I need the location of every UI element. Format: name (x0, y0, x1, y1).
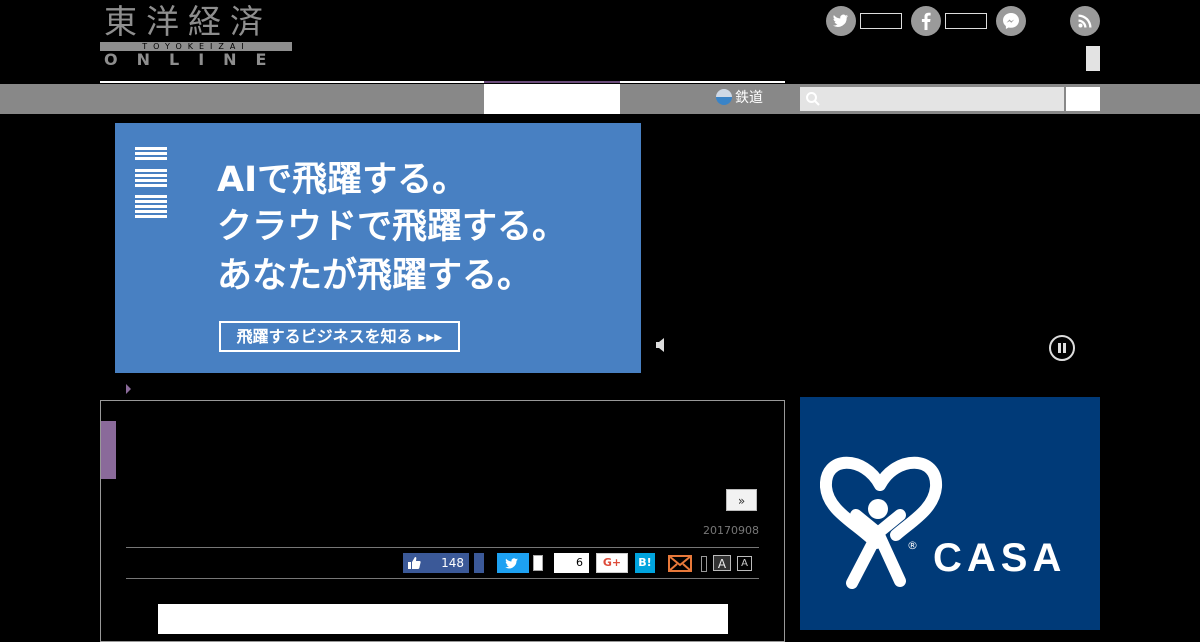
nav-top-line (100, 81, 785, 83)
search-icon (805, 91, 821, 111)
ad-banner[interactable]: AIで飛躍する。 クラウドで飛躍する。 あなたが飛躍する。 飛躍するビジネスを知… (115, 123, 641, 373)
casa-brand-text: CASA (933, 536, 1067, 580)
thumbs-up-icon (408, 557, 421, 569)
font-size-large-button[interactable]: A (713, 555, 731, 571)
twitter-follow-count (860, 13, 902, 29)
next-page-button[interactable]: » (726, 489, 757, 511)
nav-accent-line (484, 81, 620, 83)
ad-line-1: AIで飛躍する。 (217, 160, 468, 200)
site-logo[interactable]: 東洋経済 (104, 4, 272, 40)
tweet-count-bubble (533, 555, 543, 571)
mail-icon[interactable] (668, 555, 692, 572)
casa-logo-icon (820, 456, 942, 589)
nav-item-railway[interactable]: 鉄道 (716, 88, 763, 108)
hatena-bookmark-button[interactable]: B! (635, 553, 655, 573)
divider (126, 578, 759, 579)
train-icon (716, 89, 732, 105)
divider (126, 547, 759, 548)
tweet-button[interactable] (497, 553, 529, 573)
side-ad-banner[interactable]: ® CASA (800, 397, 1100, 630)
google-plus-button[interactable]: G+ (596, 553, 628, 573)
facebook-like-count: 148 (441, 556, 464, 570)
facebook-like-count (945, 13, 987, 29)
speaker-icon[interactable] (654, 336, 666, 358)
font-size-small-button[interactable]: A (737, 556, 752, 571)
facebook-icon[interactable] (911, 6, 941, 36)
search-input[interactable] (800, 87, 1064, 111)
ad-line-2: クラウドで飛躍する。 (217, 207, 568, 247)
menu-button[interactable] (1086, 46, 1100, 71)
print-button[interactable] (701, 556, 707, 572)
search-button[interactable] (1066, 87, 1100, 111)
messenger-icon[interactable] (996, 6, 1026, 36)
logo-online: ONLINE (104, 50, 286, 69)
category-tag[interactable] (101, 421, 116, 479)
nav-tab-active[interactable] (484, 84, 620, 114)
nav-item-railway-label: 鉄道 (735, 90, 763, 106)
ibm-logo (135, 147, 167, 218)
facebook-like-button[interactable]: 148 (403, 553, 469, 573)
twitter-icon (505, 558, 518, 569)
registered-mark: ® (907, 539, 918, 552)
article-date: 20170908 (703, 524, 759, 537)
ad-cta-button[interactable]: 飛躍するビジネスを知る ▸▸▸ (219, 321, 460, 352)
rss-icon[interactable] (1070, 6, 1100, 36)
facebook-share-button[interactable] (474, 553, 484, 573)
pause-icon[interactable] (1049, 335, 1075, 361)
twitter-icon[interactable] (826, 6, 856, 36)
breadcrumb-arrow-icon (126, 384, 131, 394)
ad-line-3: あなたが飛躍する。 (217, 256, 533, 296)
google-plus-count: 6 (554, 553, 589, 573)
